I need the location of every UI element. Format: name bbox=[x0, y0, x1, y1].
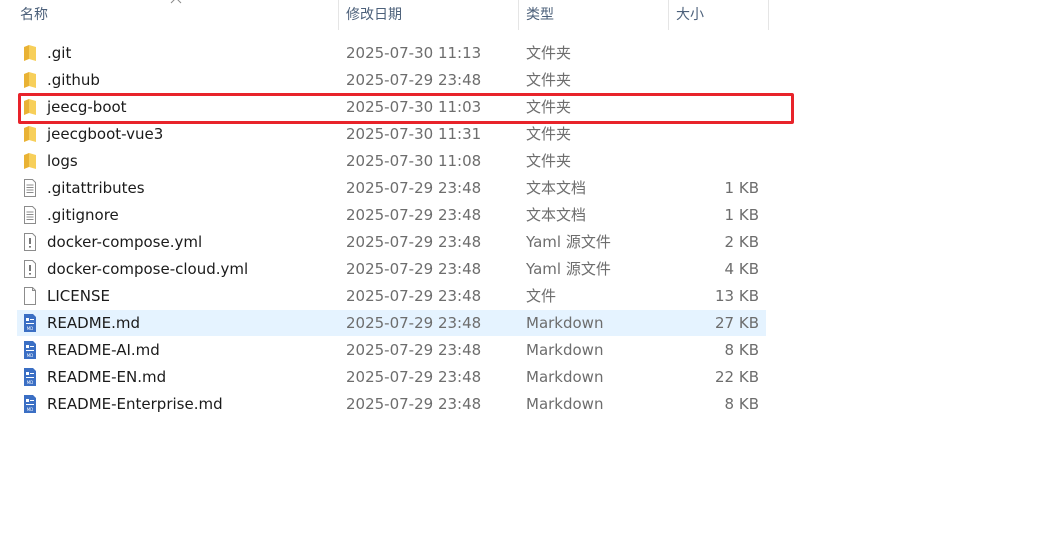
file-modified-date: 2025-07-29 23:48 bbox=[346, 368, 482, 386]
blank-file-icon bbox=[22, 287, 38, 305]
file-size: 2 KB bbox=[724, 233, 759, 251]
column-header-type[interactable]: 类型 bbox=[520, 0, 666, 30]
file-type: Yaml 源文件 bbox=[526, 260, 611, 278]
file-type: Markdown bbox=[526, 368, 604, 386]
file-type: 文件夹 bbox=[526, 125, 572, 143]
file-size: 27 KB bbox=[715, 314, 759, 332]
file-type: 文件 bbox=[526, 287, 557, 305]
svg-text:MD: MD bbox=[27, 326, 34, 331]
column-header-size[interactable]: 大小 bbox=[670, 0, 766, 30]
yaml-file-icon bbox=[22, 260, 38, 278]
file-modified-date: 2025-07-29 23:48 bbox=[346, 314, 482, 332]
file-type: Markdown bbox=[526, 314, 604, 332]
file-modified-date: 2025-07-30 11:08 bbox=[346, 152, 482, 170]
file-name: logs bbox=[47, 152, 78, 170]
markdown-file-icon: MD bbox=[22, 314, 38, 332]
markdown-file-icon: MD bbox=[22, 341, 38, 359]
folder-icon bbox=[22, 71, 38, 89]
svg-text:MD: MD bbox=[27, 407, 34, 412]
file-modified-date: 2025-07-29 23:48 bbox=[346, 71, 482, 89]
folder-icon bbox=[22, 44, 38, 62]
file-name: .gitignore bbox=[47, 206, 119, 224]
file-row[interactable]: MD README-EN.md 2025-07-29 23:48 Markdown 22… bbox=[17, 364, 766, 390]
file-modified-date: 2025-07-29 23:48 bbox=[346, 260, 482, 278]
column-divider[interactable] bbox=[768, 0, 769, 30]
file-name: docker-compose-cloud.yml bbox=[47, 260, 249, 278]
column-header-name[interactable]: 名称 bbox=[14, 0, 336, 30]
file-name: jeecgboot-vue3 bbox=[47, 125, 164, 143]
text-file-icon bbox=[22, 206, 38, 224]
file-modified-date: 2025-07-30 11:31 bbox=[346, 125, 482, 143]
file-modified-date: 2025-07-29 23:48 bbox=[346, 395, 482, 413]
file-row[interactable]: docker-compose-cloud.yml 2025-07-29 23:48… bbox=[17, 256, 766, 282]
file-size: 8 KB bbox=[724, 395, 759, 413]
file-row[interactable]: .git 2025-07-30 11:13 文件夹 bbox=[17, 40, 766, 66]
svg-text:MD: MD bbox=[27, 380, 34, 385]
file-modified-date: 2025-07-29 23:48 bbox=[346, 233, 482, 251]
file-row[interactable]: jeecgboot-vue3 2025-07-30 11:31 文件夹 bbox=[17, 121, 766, 147]
file-modified-date: 2025-07-29 23:48 bbox=[346, 341, 482, 359]
file-size: 1 KB bbox=[724, 179, 759, 197]
column-header-bar: 名称 修改日期 类型 大小 bbox=[0, 0, 770, 30]
file-row[interactable]: LICENSE 2025-07-29 23:48 文件 13 KB bbox=[17, 283, 766, 309]
highlight-annotation-box bbox=[18, 93, 794, 124]
file-row[interactable]: docker-compose.yml 2025-07-29 23:48 Yaml 源… bbox=[17, 229, 766, 255]
file-type: Markdown bbox=[526, 395, 604, 413]
file-name: README-Enterprise.md bbox=[47, 395, 223, 413]
file-name: docker-compose.yml bbox=[47, 233, 203, 251]
file-type: 文件夹 bbox=[526, 44, 572, 62]
file-modified-date: 2025-07-29 23:48 bbox=[346, 287, 482, 305]
file-name: README.md bbox=[47, 314, 141, 332]
file-name: .github bbox=[47, 71, 100, 89]
markdown-file-icon: MD bbox=[22, 395, 38, 413]
file-size: 22 KB bbox=[715, 368, 759, 386]
folder-icon bbox=[22, 152, 38, 170]
svg-text:MD: MD bbox=[27, 353, 34, 358]
file-row[interactable]: .gitignore 2025-07-29 23:48 文本文档 1 KB bbox=[17, 202, 766, 228]
file-name: LICENSE bbox=[47, 287, 110, 305]
column-divider[interactable] bbox=[518, 0, 519, 30]
file-name: README-EN.md bbox=[47, 368, 167, 386]
file-row[interactable]: MD README-AI.md 2025-07-29 23:48 Markdown 8 … bbox=[17, 337, 766, 363]
file-row[interactable]: .github 2025-07-29 23:48 文件夹 bbox=[17, 67, 766, 93]
file-type: 文本文档 bbox=[526, 179, 587, 197]
file-modified-date: 2025-07-29 23:48 bbox=[346, 206, 482, 224]
file-size: 8 KB bbox=[724, 341, 759, 359]
file-type: Yaml 源文件 bbox=[526, 233, 611, 251]
file-type: 文件夹 bbox=[526, 152, 572, 170]
file-name: .git bbox=[47, 44, 72, 62]
file-type: 文件夹 bbox=[526, 71, 572, 89]
markdown-file-icon: MD bbox=[22, 368, 38, 386]
column-divider[interactable] bbox=[338, 0, 339, 30]
text-file-icon bbox=[22, 179, 38, 197]
column-divider[interactable] bbox=[668, 0, 669, 30]
file-row[interactable]: .gitattributes 2025-07-29 23:48 文本文档 1 KB bbox=[17, 175, 766, 201]
file-name: .gitattributes bbox=[47, 179, 145, 197]
file-name: README-AI.md bbox=[47, 341, 160, 359]
file-row[interactable]: MD README-Enterprise.md 2025-07-29 23:48 Ma… bbox=[17, 391, 766, 417]
file-modified-date: 2025-07-29 23:48 bbox=[346, 179, 482, 197]
folder-icon bbox=[22, 125, 38, 143]
file-modified-date: 2025-07-30 11:13 bbox=[346, 44, 482, 62]
file-row[interactable]: logs 2025-07-30 11:08 文件夹 bbox=[17, 148, 766, 174]
file-row[interactable]: MD README.md 2025-07-29 23:48 Markdown 27 KB bbox=[17, 310, 766, 336]
file-type: Markdown bbox=[526, 341, 604, 359]
file-type: 文本文档 bbox=[526, 206, 587, 224]
column-header-date[interactable]: 修改日期 bbox=[340, 0, 516, 30]
file-size: 4 KB bbox=[724, 260, 759, 278]
file-size: 1 KB bbox=[724, 206, 759, 224]
yaml-file-icon bbox=[22, 233, 38, 251]
file-size: 13 KB bbox=[715, 287, 759, 305]
